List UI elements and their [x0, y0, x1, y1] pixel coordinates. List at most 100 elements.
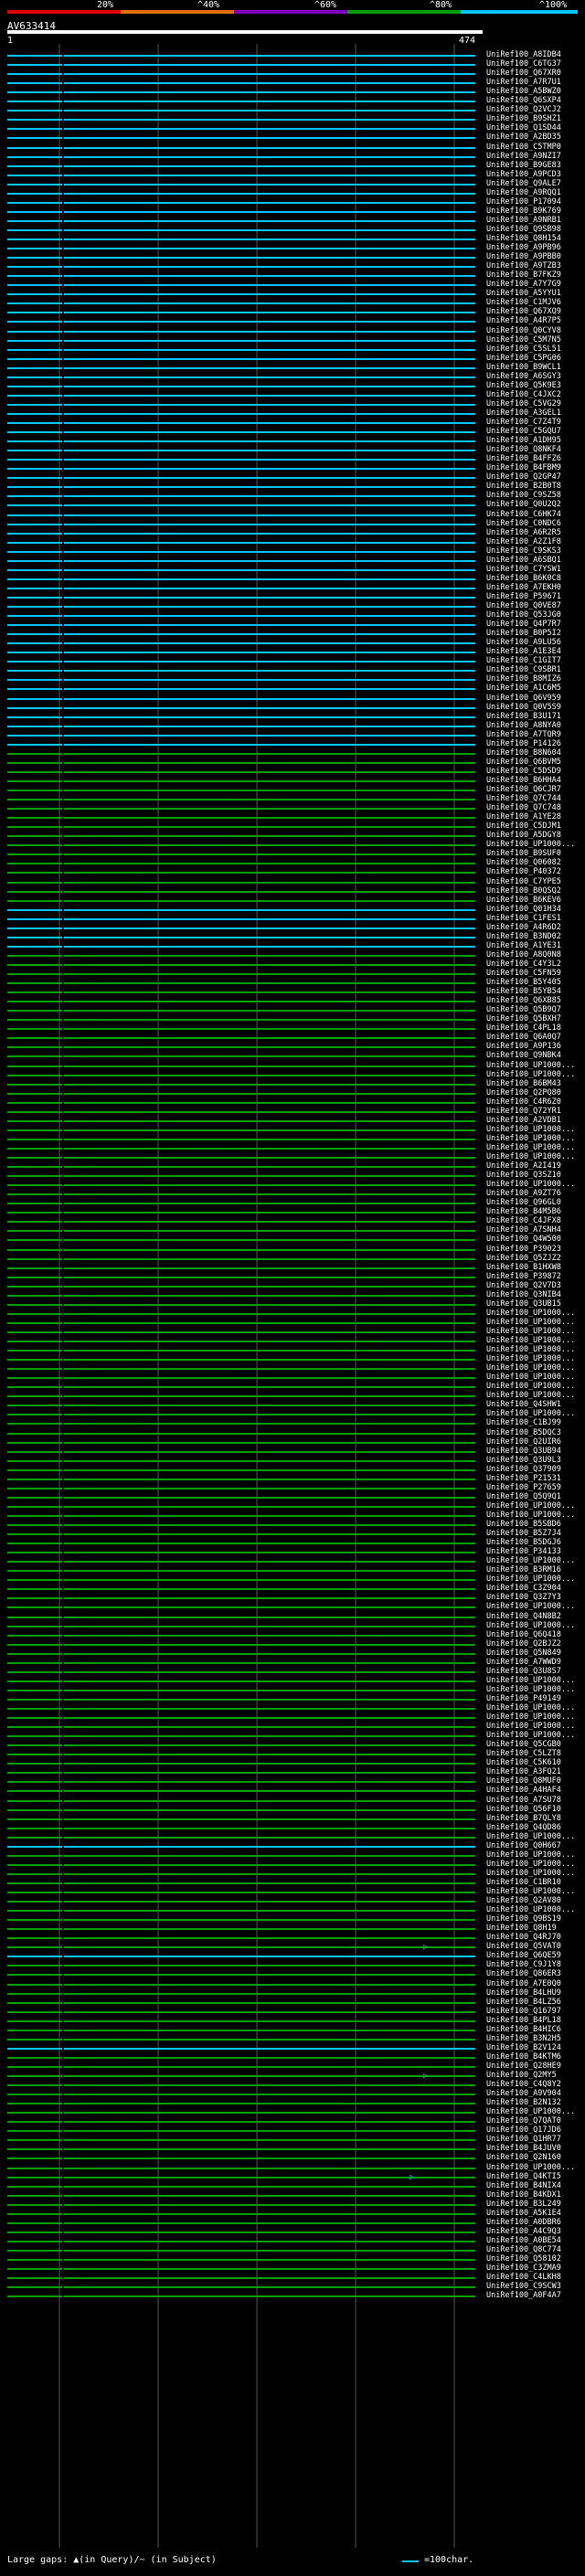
hit-label[interactable]: UniRef100_B9K769: [486, 207, 561, 216]
hit-label[interactable]: UniRef100_Q8MUF0: [486, 1776, 561, 1786]
hit-label[interactable]: UniRef100_B4LZ56: [486, 1998, 561, 2007]
hit-label[interactable]: UniRef100_Q2N160: [486, 2153, 561, 2162]
hit-label[interactable]: UniRef100_Q37909: [486, 1465, 561, 1474]
hit-label[interactable]: UniRef100_C7YSW1: [486, 565, 561, 574]
hit-label[interactable]: UniRef100_A6R2R5: [486, 528, 561, 537]
hit-label[interactable]: UniRef100_C1MJV6: [486, 298, 561, 307]
hit-label[interactable]: UniRef100_B5DGJ6: [486, 1538, 561, 1547]
hit-label[interactable]: UniRef100_A7SU78: [486, 1796, 561, 1805]
hit-label[interactable]: UniRef100_UP1000...: [486, 1152, 575, 1161]
hit-label[interactable]: UniRef100_A2Z1F8: [486, 537, 561, 546]
hit-label[interactable]: UniRef100_A5BWZ0: [486, 87, 561, 96]
hit-label[interactable]: UniRef100_UP1000...: [486, 1850, 575, 1860]
hit-label[interactable]: UniRef100_Q72YR1: [486, 1107, 561, 1116]
hit-label[interactable]: UniRef100_A8NYA0: [486, 721, 561, 730]
hit-label[interactable]: UniRef100_Q67XQ9: [486, 307, 561, 316]
hit-label[interactable]: UniRef100_Q58102: [486, 2254, 561, 2263]
hit-label[interactable]: UniRef100_UP1000...: [486, 1712, 575, 1722]
hit-label[interactable]: UniRef100_UP1000...: [486, 1685, 575, 1694]
hit-label[interactable]: UniRef100_Q5B9Q7: [486, 1005, 561, 1014]
hit-label[interactable]: UniRef100_B5YB54: [486, 987, 561, 996]
hit-label[interactable]: UniRef100_UP1000...: [486, 1336, 575, 1345]
hit-label[interactable]: UniRef100_B3RM16: [486, 1565, 561, 1574]
hit-label[interactable]: UniRef100_B8N604: [486, 748, 561, 758]
hit-label[interactable]: UniRef100_A9PBB0: [486, 252, 561, 261]
hit-label[interactable]: UniRef100_Q2AV80: [486, 1896, 561, 1905]
hit-label[interactable]: UniRef100_Q6BVM5: [486, 758, 561, 767]
hit-label[interactable]: UniRef100_B4M5B6: [486, 1207, 561, 1216]
hit-label[interactable]: UniRef100_B4KDX1: [486, 2190, 561, 2200]
hit-label[interactable]: UniRef100_A5K1E4: [486, 2209, 561, 2218]
hit-label[interactable]: UniRef100_UP1000...: [486, 1832, 575, 1841]
hit-label[interactable]: UniRef100_Q6SXP4: [486, 96, 561, 105]
hit-label[interactable]: UniRef100_P34133: [486, 1547, 561, 1556]
hit-label[interactable]: UniRef100_B5SBD6: [486, 1520, 561, 1529]
hit-label[interactable]: UniRef100_Q5BXH7: [486, 1014, 561, 1023]
hit-label[interactable]: UniRef100_UP1000...: [486, 1887, 575, 1896]
hit-label[interactable]: UniRef100_UP1000...: [486, 1501, 575, 1511]
hit-label[interactable]: UniRef100_UP1000...: [486, 1676, 575, 1685]
hit-label[interactable]: UniRef100_C9SZ58: [486, 491, 561, 500]
hit-label[interactable]: UniRef100_UP1000...: [486, 1345, 575, 1354]
hit-label[interactable]: UniRef100_A9ZT76: [486, 1189, 561, 1198]
hit-label[interactable]: UniRef100_UP1000...: [486, 2107, 575, 2116]
hit-label[interactable]: UniRef100_Q7C744: [486, 794, 561, 803]
hit-label[interactable]: UniRef100_B4HIC6: [486, 2025, 561, 2034]
hit-label[interactable]: UniRef100_Q0H667: [486, 1841, 561, 1850]
hit-label[interactable]: UniRef100_UP1000...: [486, 1869, 575, 1878]
hit-label[interactable]: UniRef100_C4R6Z0: [486, 1097, 561, 1107]
hit-label[interactable]: UniRef100_A9PB96: [486, 243, 561, 252]
hit-label[interactable]: UniRef100_Q96GL0: [486, 1198, 561, 1207]
hit-label[interactable]: UniRef100_Q8H154: [486, 234, 561, 243]
hit-label[interactable]: UniRef100_C4JFX8: [486, 1216, 561, 1225]
hit-label[interactable]: UniRef100_C3ZMA9: [486, 2263, 561, 2273]
hit-label[interactable]: UniRef100_Q9ALE7: [486, 179, 561, 188]
hit-label[interactable]: UniRef100_UP1000...: [486, 1125, 575, 1134]
hit-label[interactable]: UniRef100_A2BD35: [486, 133, 561, 142]
hit-label[interactable]: UniRef100_B5DQC3: [486, 1428, 561, 1437]
hit-label[interactable]: UniRef100_Q6Q418: [486, 1630, 561, 1639]
hit-label[interactable]: UniRef100_A7Y7G9: [486, 280, 561, 289]
hit-label[interactable]: UniRef100_Q4N8B2: [486, 1612, 561, 1621]
hit-label[interactable]: UniRef100_A1YE28: [486, 812, 561, 822]
hit-label[interactable]: UniRef100_A0F4A7: [486, 2291, 561, 2300]
hit-label[interactable]: UniRef100_A1YE31: [486, 941, 561, 950]
hit-label[interactable]: UniRef100_B4LHU9: [486, 1988, 561, 1998]
hit-label[interactable]: UniRef100_B6HHA4: [486, 776, 561, 785]
hit-label[interactable]: UniRef100_Q53JG0: [486, 610, 561, 620]
hit-row[interactable]: UniRef100_A0F4A7: [7, 2291, 574, 2301]
hit-label[interactable]: UniRef100_B4KTM6: [486, 2052, 561, 2062]
hit-label[interactable]: UniRef100_C5GQU7: [486, 427, 561, 436]
hit-label[interactable]: UniRef100_UP1000...: [486, 1180, 575, 1189]
hit-label[interactable]: UniRef100_A9RQQ1: [486, 188, 561, 197]
hit-label[interactable]: UniRef100_C1BR10: [486, 1878, 561, 1887]
hit-label[interactable]: UniRef100_B8MIZ6: [486, 674, 561, 684]
hit-label[interactable]: UniRef100_Q4QD86: [486, 1823, 561, 1832]
hit-label[interactable]: UniRef100_UP1000...: [486, 1409, 575, 1418]
hit-label[interactable]: UniRef100_UP1000...: [486, 1327, 575, 1336]
hit-label[interactable]: UniRef100_A9PCD3: [486, 170, 561, 179]
hit-label[interactable]: UniRef100_Q56F10: [486, 1805, 561, 1814]
hit-label[interactable]: UniRef100_B2B0T8: [486, 482, 561, 491]
hit-label[interactable]: UniRef100_Q1HR77: [486, 2135, 561, 2144]
hit-label[interactable]: UniRef100_Q7QAT0: [486, 2116, 561, 2125]
hit-label[interactable]: UniRef100_Q17JD6: [486, 2125, 561, 2135]
hit-label[interactable]: UniRef100_C4PL18: [486, 1023, 561, 1033]
hit-label[interactable]: UniRef100_UP1000...: [486, 1602, 575, 1611]
hit-label[interactable]: UniRef100_Q01H34: [486, 905, 561, 914]
hit-label[interactable]: UniRef100_Q4KTI5: [486, 2172, 561, 2181]
hit-label[interactable]: UniRef100_P39872: [486, 1272, 561, 1281]
hit-label[interactable]: UniRef100_UP1000...: [486, 1391, 575, 1400]
hit-label[interactable]: UniRef100_Q2GP47: [486, 472, 561, 482]
hit-label[interactable]: UniRef100_A7R7U1: [486, 78, 561, 87]
hit-label[interactable]: UniRef100_C6HK74: [486, 510, 561, 519]
hit-label[interactable]: UniRef100_B2V124: [486, 2043, 561, 2052]
hit-label[interactable]: UniRef100_UP1000...: [486, 1905, 575, 1914]
hit-label[interactable]: UniRef100_UP1000...: [486, 1363, 575, 1373]
hit-label[interactable]: UniRef100_A9NRB1: [486, 216, 561, 225]
hit-label[interactable]: UniRef100_B7QLY8: [486, 1814, 561, 1823]
hit-label[interactable]: UniRef100_C4Q8Y2: [486, 2080, 561, 2089]
hit-label[interactable]: UniRef100_B2N132: [486, 2098, 561, 2107]
hit-label[interactable]: UniRef100_A9TZB3: [486, 261, 561, 270]
hit-label[interactable]: UniRef100_Q06082: [486, 858, 561, 867]
